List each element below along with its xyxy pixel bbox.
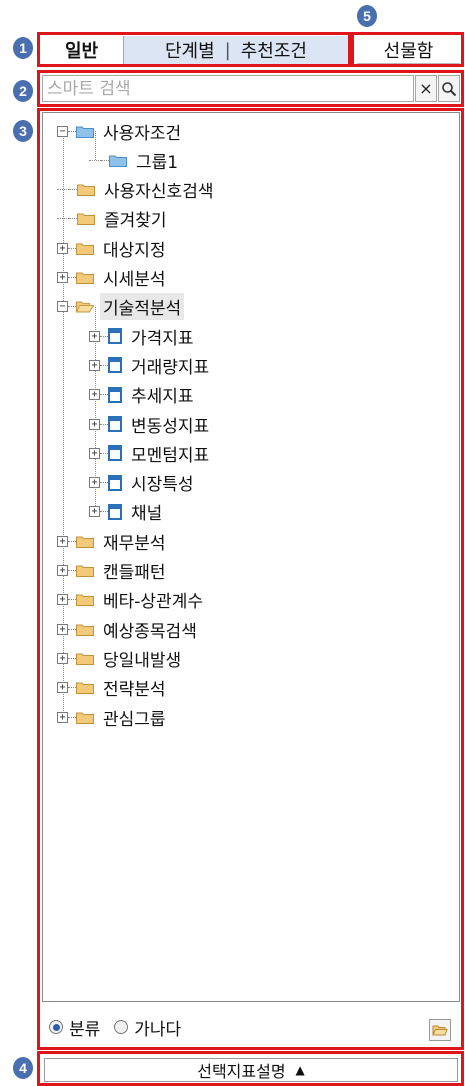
annotation-box-tree: [37, 108, 464, 1050]
annotation-box-tabs: [37, 32, 351, 67]
annotation-box-search: [37, 70, 464, 107]
callout-badge-2: 2: [13, 80, 33, 102]
annotation-box-description: [37, 1051, 464, 1086]
callout-badge-3: 3: [13, 120, 33, 142]
callout-badge-1: 1: [13, 37, 33, 59]
annotation-box-futures: [351, 32, 464, 67]
callout-badge-5: 5: [357, 5, 377, 27]
callout-badge-4: 4: [13, 1057, 33, 1079]
